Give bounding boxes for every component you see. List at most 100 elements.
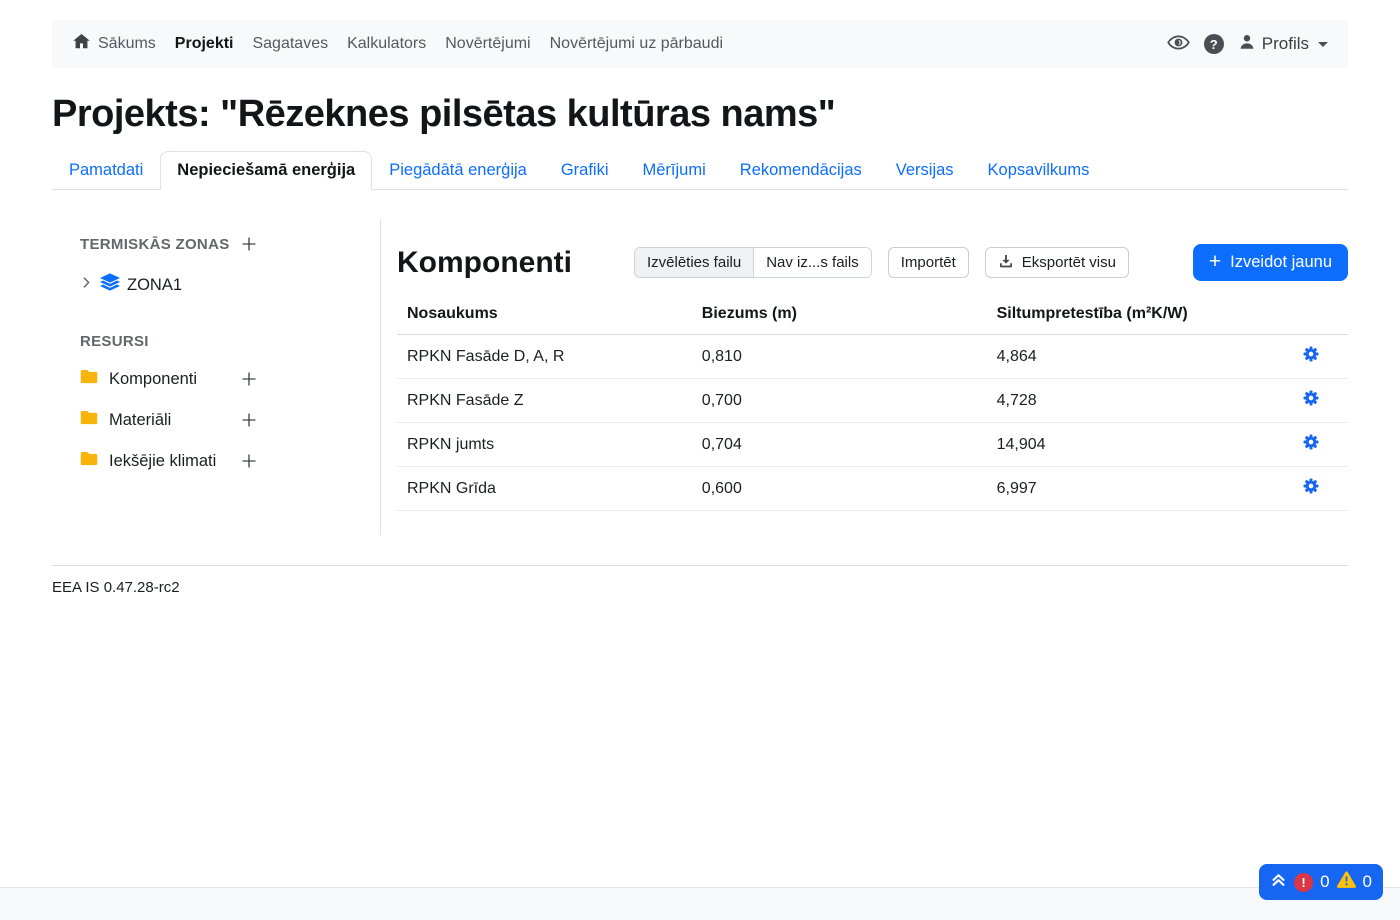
nav-item-novertejumi-uz-parbaudi[interactable]: Novērtējumi uz pārbaudi: [550, 35, 723, 53]
nav-item-label: Novērtējumi: [445, 35, 530, 53]
nav-menu: Sākums Projekti Sagataves Kalkulators No…: [72, 32, 723, 56]
folder-icon: [80, 369, 98, 389]
folder-icon: [80, 410, 98, 430]
nav-item-label: Sākums: [98, 35, 156, 53]
eye-icon: [1167, 31, 1190, 57]
error-circle-icon: !: [1294, 873, 1313, 892]
column-header-biezums: Biezums (m): [692, 299, 987, 335]
user-icon: [1238, 33, 1256, 56]
nav-item-sakums[interactable]: Sākums: [72, 32, 156, 56]
zone-label: ZONA1: [127, 276, 182, 295]
chevron-right-icon[interactable]: [80, 276, 93, 294]
export-all-button[interactable]: Eksportēt visu: [985, 247, 1129, 278]
nav-item-projekti[interactable]: Projekti: [175, 35, 234, 53]
sidebar-item-komponenti: Komponenti: [80, 367, 258, 391]
content-area: TERMISKĀS ZONAS ZONA1 RESURSI Komponenti: [52, 219, 1348, 535]
component-resistance: 4,728: [987, 379, 1291, 423]
settings-button[interactable]: [1302, 345, 1320, 363]
resource-label-ieksejie-klimati[interactable]: Iekšējie klimati: [109, 452, 216, 471]
file-input-value: Nav iz...s fails: [754, 248, 871, 277]
plus-icon: [240, 235, 258, 253]
create-new-button[interactable]: + Izveidot jaunu: [1193, 244, 1348, 281]
tab-rekomendacijas[interactable]: Rekomendācijas: [723, 151, 879, 189]
navbar-right: ? Profils: [1167, 31, 1328, 57]
column-header-actions: [1291, 299, 1348, 335]
component-thickness: 0,700: [692, 379, 987, 423]
column-header-nosaukums: Nosaukums: [397, 299, 692, 335]
help-button[interactable]: ?: [1204, 34, 1224, 54]
profile-label: Profils: [1262, 34, 1309, 54]
nav-item-sagataves[interactable]: Sagataves: [252, 35, 328, 53]
component-resistance: 4,864: [987, 335, 1291, 379]
component-resistance: 6,997: [987, 467, 1291, 511]
gear-icon: [1302, 477, 1320, 495]
component-thickness: 0,704: [692, 423, 987, 467]
component-thickness: 0,600: [692, 467, 987, 511]
error-count: 0: [1320, 872, 1329, 892]
thermal-zones-label: TERMISKĀS ZONAS: [80, 236, 230, 253]
download-icon: [998, 253, 1014, 273]
tab-kopsavilkums[interactable]: Kopsavilkums: [971, 151, 1107, 189]
page-title: Projekts: "Rēzeknes pilsētas kultūras na…: [52, 93, 1348, 136]
plus-icon: [240, 452, 258, 470]
resources-label: RESURSI: [80, 333, 149, 350]
plus-icon: [240, 370, 258, 388]
add-ieksejie-klimati-button[interactable]: [240, 452, 258, 470]
resource-label-komponenti[interactable]: Komponenti: [109, 370, 197, 389]
settings-button[interactable]: [1302, 477, 1320, 495]
nav-item-label: Projekti: [175, 35, 234, 53]
footer-divider: [52, 565, 1348, 566]
nav-item-label: Novērtējumi uz pārbaudi: [550, 35, 723, 53]
tab-nepieciesama-energija[interactable]: Nepieciešamā enerģija: [160, 151, 372, 190]
table-header-row: Nosaukums Biezums (m) Siltumpretestība (…: [397, 299, 1348, 335]
view-button[interactable]: [1167, 31, 1190, 57]
file-input[interactable]: Izvēlēties failu Nav iz...s fails: [634, 247, 872, 278]
plus-icon: [240, 411, 258, 429]
component-name: RPKN Fasāde D, A, R: [397, 335, 692, 379]
main-panel: Komponenti Izvēlēties failu Nav iz...s f…: [381, 219, 1348, 535]
component-resistance: 14,904: [987, 423, 1291, 467]
sidebar-item-materiali: Materiāli: [80, 408, 258, 432]
folder-icon: [80, 451, 98, 471]
add-materiali-button[interactable]: [240, 411, 258, 429]
chevron-down-icon: [1318, 42, 1328, 47]
component-name: RPKN Fasāde Z: [397, 379, 692, 423]
table-row: RPKN Fasāde Z 0,700 4,728: [397, 379, 1348, 423]
top-navbar: Sākums Projekti Sagataves Kalkulators No…: [52, 20, 1348, 68]
add-zone-button[interactable]: [240, 235, 258, 253]
warning-count: 0: [1363, 872, 1372, 892]
export-button-label: Eksportēt visu: [1022, 254, 1116, 271]
component-name: RPKN jumts: [397, 423, 692, 467]
layers-icon: [100, 273, 120, 297]
table-row: RPKN Grīda 0,600 6,997: [397, 467, 1348, 511]
component-name: RPKN Grīda: [397, 467, 692, 511]
sidebar-item-zona1[interactable]: ZONA1: [80, 273, 352, 297]
tab-versijas[interactable]: Versijas: [879, 151, 971, 189]
tab-piegadata-energija[interactable]: Piegādātā enerģija: [372, 151, 544, 189]
tab-merijumi[interactable]: Mērījumi: [626, 151, 723, 189]
warning-triangle-icon: [1337, 871, 1356, 893]
table-row: RPKN jumts 0,704 14,904: [397, 423, 1348, 467]
settings-button[interactable]: [1302, 389, 1320, 407]
import-button[interactable]: Importēt: [888, 247, 969, 278]
tab-grafiki[interactable]: Grafiki: [544, 151, 626, 189]
project-tabs: Pamatdati Nepieciešamā enerģija Piegādāt…: [52, 151, 1348, 190]
home-icon: [72, 32, 91, 56]
plus-icon: +: [1209, 251, 1221, 272]
tab-pamatdati[interactable]: Pamatdati: [52, 151, 160, 189]
nav-item-kalkulators[interactable]: Kalkulators: [347, 35, 426, 53]
table-row: RPKN Fasāde D, A, R 0,810 4,864: [397, 335, 1348, 379]
import-button-label: Importēt: [901, 254, 956, 271]
status-widget-button[interactable]: ! 0 0: [1259, 864, 1383, 900]
nav-item-novertejumi[interactable]: Novērtējumi: [445, 35, 530, 53]
settings-button[interactable]: [1302, 433, 1320, 451]
resources-header: RESURSI: [80, 333, 258, 350]
resource-label-materiali[interactable]: Materiāli: [109, 411, 171, 430]
sidebar-item-ieksejie-klimati: Iekšējie klimati: [80, 449, 258, 473]
app-version: EEA IS 0.47.28-rc2: [52, 579, 1348, 596]
profile-menu[interactable]: Profils: [1238, 33, 1328, 56]
add-komponenti-button[interactable]: [240, 370, 258, 388]
section-heading: Komponenti: [397, 246, 572, 280]
question-icon: ?: [1204, 34, 1224, 54]
choose-file-button[interactable]: Izvēlēties failu: [635, 248, 754, 277]
